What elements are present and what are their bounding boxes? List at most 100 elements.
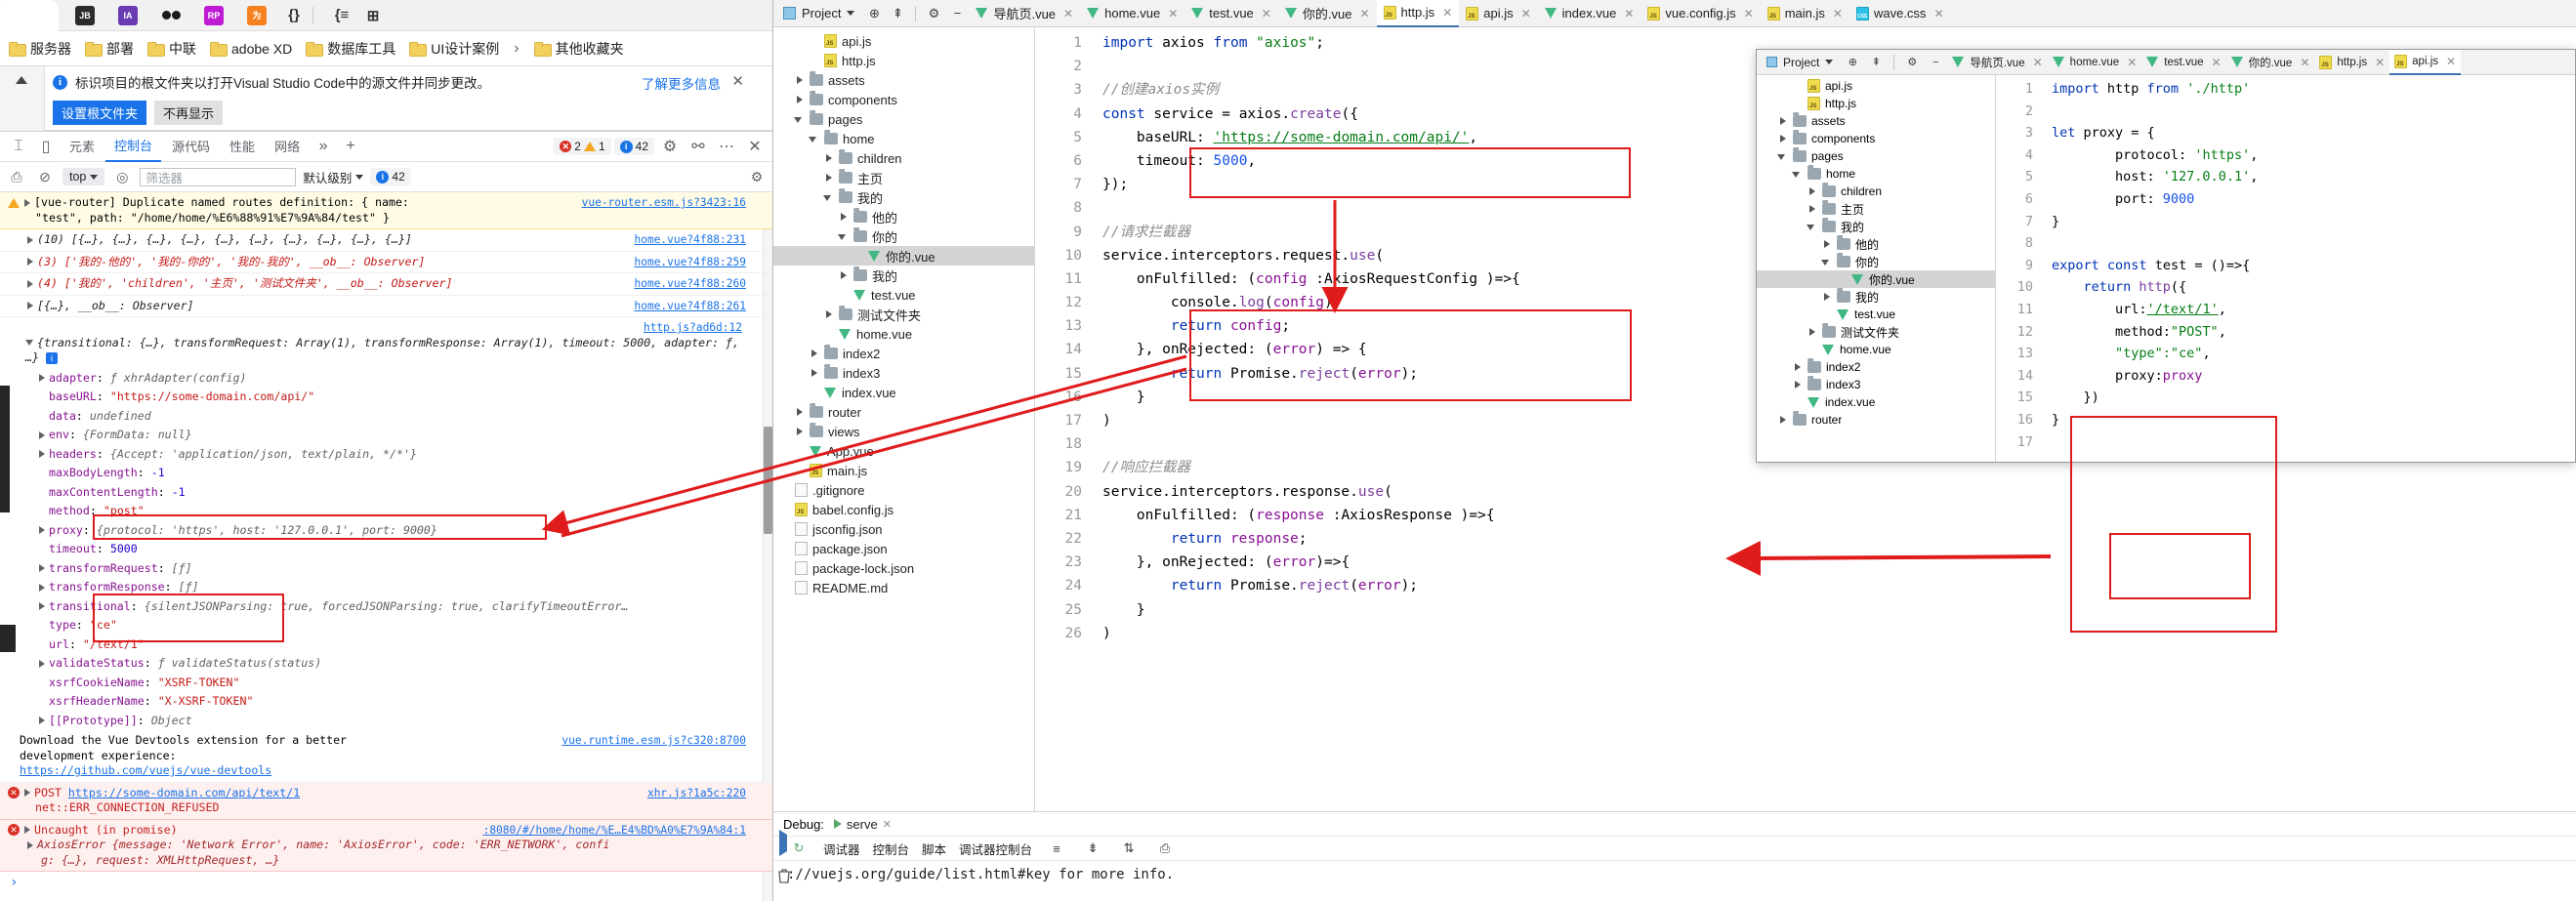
tree-node-package-lock.json[interactable]: package-lock.json <box>773 558 1034 578</box>
log-level-selector[interactable]: 默认级别 <box>303 168 364 186</box>
close-icon[interactable]: ✕ <box>1442 6 1452 20</box>
tab-network[interactable]: 网络 <box>266 132 309 161</box>
chevron-right-icon[interactable] <box>809 368 819 379</box>
expand-arrow-icon[interactable] <box>39 450 45 458</box>
collapse-arrow-icon[interactable] <box>25 340 33 346</box>
chevron-right-icon[interactable] <box>1792 362 1803 373</box>
object-property-row[interactable]: [[Prototype]]: Object <box>0 712 772 731</box>
editor-tab-你的.vue[interactable]: 你的.vue ✕ <box>1278 0 1377 27</box>
popup-code-editor[interactable]: 1 2 3 4 5 6 7 8 9 10 11 12 13 14 15 16 17 import http fr… <box>1997 75 2575 462</box>
editor-tab-导航页.vue[interactable]: 导航页.vue ✕ <box>969 0 1080 27</box>
dont-show-again-button[interactable]: 不再显示 <box>154 101 224 125</box>
soft-wrap-icon[interactable]: ≡ <box>1045 838 1068 859</box>
object-property-row[interactable]: env: {FormData: null} <box>0 426 772 445</box>
log-row-error-post[interactable]: ✕ POST https://some-domain.com/api/text/1… <box>0 782 772 820</box>
bracket-icon[interactable]: {} <box>283 6 305 25</box>
rp-icon[interactable]: RP <box>197 3 230 28</box>
close-icon[interactable]: ✕ <box>2446 55 2456 68</box>
tree-node-index.vue[interactable]: index.vue <box>773 383 1034 402</box>
expand-arrow-icon[interactable] <box>27 279 33 288</box>
tree-node-你的[interactable]: 你的 <box>773 226 1034 246</box>
tab-elements[interactable]: 元素 <box>61 132 104 161</box>
close-icon[interactable]: ✕ <box>1624 7 1634 20</box>
tree-node-主页[interactable]: 主页 <box>1757 200 1995 218</box>
more-icon[interactable]: ⋯ <box>714 135 739 158</box>
expand-arrow-icon[interactable] <box>39 583 45 592</box>
object-property-row[interactable]: method: "post" <box>0 502 772 521</box>
log-row[interactable]: (10) [{…}, {…}, {…}, {…}, {…}, {…}, {…},… <box>0 229 772 252</box>
glasses-icon[interactable] <box>154 3 187 28</box>
close-icon[interactable]: ✕ <box>1933 7 1943 20</box>
tree-node-children[interactable]: children <box>1757 183 1995 200</box>
scroll-end-icon[interactable]: ⇟ <box>1081 838 1104 859</box>
object-property-row[interactable]: type: "ce" <box>0 616 772 635</box>
gear-icon[interactable]: ⚙ <box>746 166 768 187</box>
tree-node-App.vue[interactable]: App.vue <box>773 441 1034 461</box>
chevron-right-icon[interactable] <box>794 95 805 105</box>
chevron-down-icon[interactable] <box>838 231 849 242</box>
close-icon[interactable]: ✕ <box>2127 56 2137 69</box>
editor-tab-导航页.vue[interactable]: 导航页.vue ✕ <box>1947 50 2047 75</box>
no-entry-icon[interactable]: ⊘ <box>34 166 56 187</box>
chevron-right-icon[interactable] <box>1777 116 1788 127</box>
bookmark-item-4[interactable]: 数据库工具 <box>299 36 402 61</box>
expand-arrow-icon[interactable] <box>39 717 45 724</box>
collapse-all-icon[interactable]: ⇞ <box>1864 52 1888 73</box>
object-property-row[interactable]: url: "/text/1" <box>0 635 772 655</box>
log-source-link[interactable]: home.vue?4f88:261 <box>634 299 746 314</box>
log-row-error-uncaught[interactable]: ✕ Uncaught (in promise) :8080/#/home/home… <box>0 819 772 872</box>
chevron-right-icon[interactable] <box>794 427 805 437</box>
tree-node-http.js[interactable]: http.js <box>773 51 1034 70</box>
editor-tab-你的.vue[interactable]: 你的.vue ✕ <box>2226 50 2315 75</box>
filter-input[interactable]: 筛选器 <box>140 167 297 186</box>
object-property-row[interactable]: headers: {Accept: 'application/json, tex… <box>0 445 772 465</box>
chevron-down-icon[interactable] <box>1792 169 1803 180</box>
tree-node-home.vue[interactable]: home.vue <box>773 324 1034 344</box>
editor-tab-http.js[interactable]: http.js ✕ <box>2314 50 2389 75</box>
tree-node-index2[interactable]: index2 <box>1757 358 1995 376</box>
error-url-link[interactable]: https://some-domain.com/api/text/1 <box>68 786 300 799</box>
debug-tool-console[interactable]: 控制台 <box>873 840 910 858</box>
tree-node-assets[interactable]: assets <box>773 70 1034 90</box>
object-property-row[interactable]: data: undefined <box>0 407 772 427</box>
log-row[interactable]: (3) ['我的-他的', '我的-你的', '我的-我的', __ob__: … <box>0 252 772 273</box>
minimize-icon[interactable]: − <box>945 3 969 24</box>
tree-node-index2[interactable]: index2 <box>773 344 1034 363</box>
code-line[interactable]: proxy:proxy <box>2052 365 2575 388</box>
code-line[interactable]: onFulfilled: (response :AxiosResponse )=… <box>1102 504 2576 527</box>
chevron-down-icon[interactable] <box>823 192 834 203</box>
debug-tool-debugger[interactable]: 调试器 <box>823 840 860 858</box>
object-property-row[interactable]: timeout: 5000 <box>0 540 772 559</box>
expand-arrow-icon[interactable] <box>27 302 33 309</box>
devtools-link[interactable]: https://github.com/vuejs/vue-devtools <box>20 763 752 779</box>
more-tabs-icon[interactable]: » <box>311 135 336 158</box>
code-line[interactable]: return http({ <box>2052 276 2575 299</box>
flame-icon[interactable]: 为 <box>240 3 273 28</box>
editor-tab-index.vue[interactable]: index.vue ✕ <box>1538 0 1641 27</box>
tree-node-我的[interactable]: 我的 <box>1757 218 1995 235</box>
expand-arrow-icon[interactable] <box>24 826 30 834</box>
tree-node-index.vue[interactable]: index.vue <box>1757 393 1995 411</box>
tree-node-home.vue[interactable]: home.vue <box>1757 341 1995 358</box>
code-line[interactable]: "type":"ce", <box>2052 343 2575 365</box>
debug-console-output[interactable]: ://vuejs.org/guide/list.html#key for mor… <box>773 861 2576 888</box>
console-output[interactable]: [vue-router] Duplicate named routes defi… <box>0 192 772 901</box>
object-property-row[interactable]: xsrfHeaderName: "X-XSRF-TOKEN" <box>0 692 772 712</box>
ia-icon[interactable]: IA <box>111 3 145 28</box>
tree-node-主页[interactable]: 主页 <box>773 168 1034 187</box>
close-icon[interactable]: ✕ <box>2033 56 2043 69</box>
log-row[interactable]: [{…}, __ob__: Observer] home.vue?4f88:26… <box>0 296 772 317</box>
bookmark-item-3[interactable]: adobe XD <box>203 38 299 60</box>
info-count-badge[interactable]: i 42 <box>613 138 654 155</box>
tree-node-home[interactable]: home <box>1757 165 1995 183</box>
tree-node-children[interactable]: children <box>773 148 1034 168</box>
project-tree[interactable]: api.js http.js assets components pages home ch… <box>773 27 1035 811</box>
tree-node-README.md[interactable]: README.md <box>773 578 1034 597</box>
console-prompt[interactable]: › <box>0 872 772 895</box>
log-source-link[interactable]: vue.runtime.esm.js?c320:8700 <box>561 733 746 749</box>
tab-console[interactable]: 控制台 <box>105 131 162 162</box>
log-source-link[interactable]: :8080/#/home/home/%E…E4%BD%A0%E7%9A%84:1 <box>483 823 746 839</box>
chevron-right-icon[interactable] <box>1807 204 1817 215</box>
up-down-icon[interactable]: ⇅ <box>1117 838 1141 859</box>
expand-arrow-icon[interactable] <box>39 564 45 572</box>
